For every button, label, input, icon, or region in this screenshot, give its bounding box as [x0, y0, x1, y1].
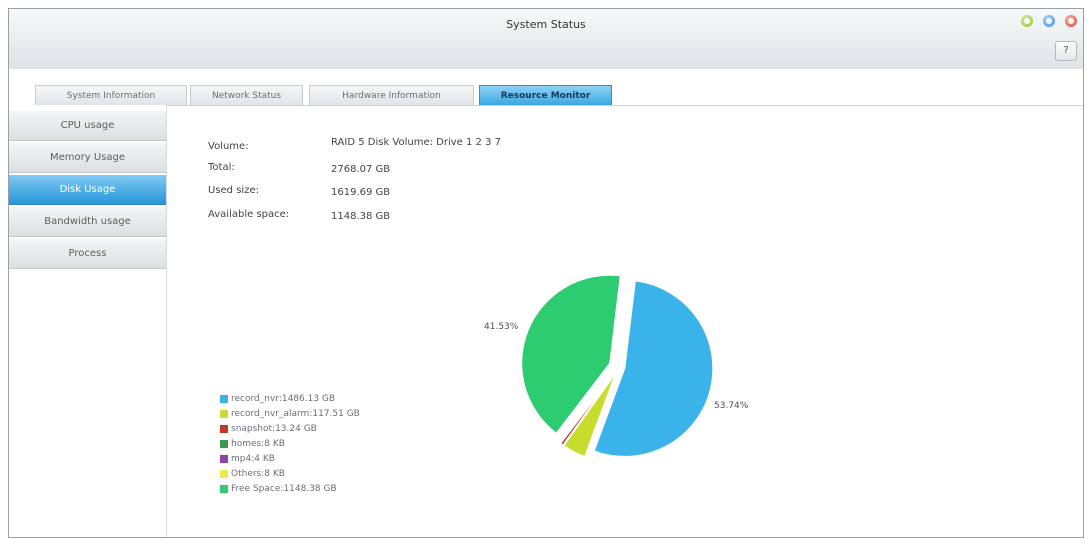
legend-swatch — [220, 394, 228, 403]
system-status-window: System Status ? System Information Netwo… — [8, 8, 1084, 538]
legend-item: record_nvr:1486.13 GB — [220, 394, 335, 404]
legend-item: Free Space:1148.38 GB — [220, 484, 337, 494]
legend-label: mp4:4 KB — [231, 454, 275, 464]
pie-slice — [521, 274, 621, 434]
legend-swatch — [220, 469, 228, 478]
legend-item: Others:8 KB — [220, 469, 285, 479]
disk-usage-pie-chart — [521, 274, 714, 458]
legend-label: record_nvr_alarm:117.51 GB — [231, 409, 360, 419]
legend-label: record_nvr:1486.13 GB — [231, 394, 336, 404]
free-space-percent-label: 41.53% — [484, 322, 519, 332]
legend-item: homes:8 KB — [220, 439, 285, 449]
legend-swatch — [220, 454, 228, 463]
legend-item: mp4:4 KB — [220, 454, 275, 464]
legend-label: Free Space:1148.38 GB — [231, 484, 337, 494]
legend-swatch — [220, 484, 228, 493]
legend-swatch — [220, 409, 228, 418]
record-nvr-percent-label: 53.74% — [714, 401, 749, 411]
legend-swatch — [220, 439, 228, 448]
legend-label: Others:8 KB — [231, 469, 285, 479]
legend-item: snapshot:13.24 GB — [220, 424, 317, 434]
legend-label: homes:8 KB — [231, 439, 285, 449]
legend-swatch — [220, 424, 228, 433]
legend-label: snapshot:13.24 GB — [231, 424, 317, 434]
legend-item: record_nvr_alarm:117.51 GB — [220, 409, 360, 419]
